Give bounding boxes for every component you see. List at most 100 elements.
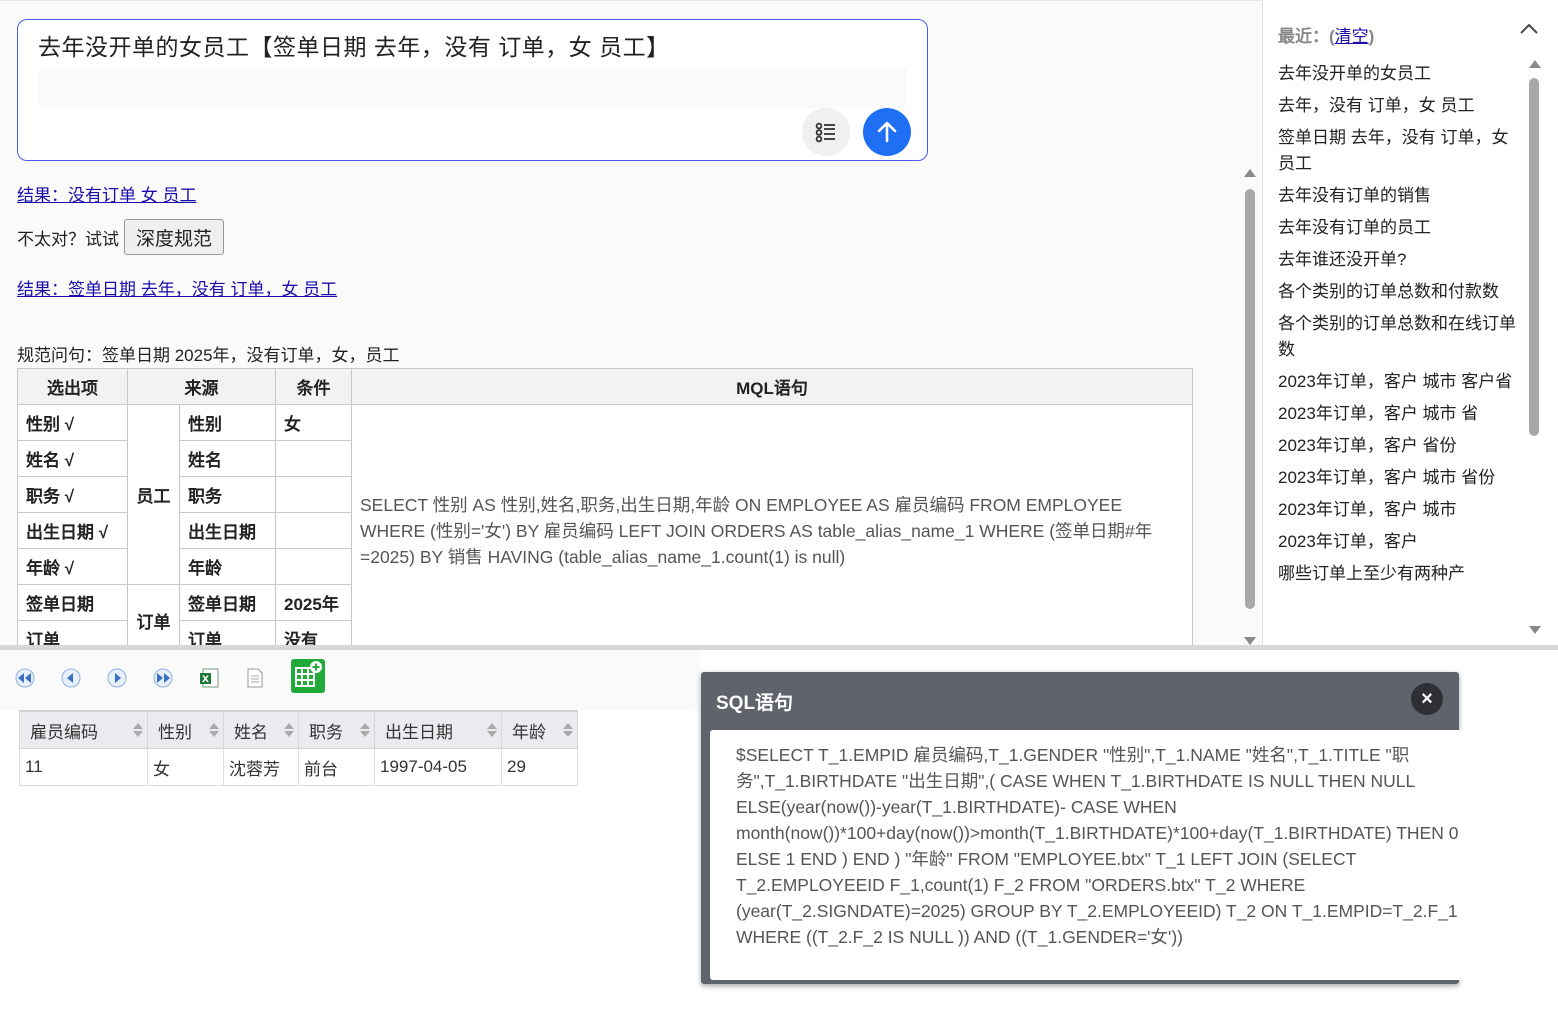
recent-item[interactable]: 2023年订单，客户 城市 省份: [1278, 462, 1518, 494]
list-options-button[interactable]: [802, 108, 850, 156]
sql-statement: $SELECT T_1.EMPID 雇员编码,T_1.GENDER "性别",T…: [710, 730, 1468, 980]
sort-icon[interactable]: [487, 721, 497, 739]
recent-panel: 最近：(清空) 去年没开单的女员工 去年，没有 订单，女 员工 签单日期 去年，…: [1262, 0, 1558, 646]
sort-icon[interactable]: [563, 721, 573, 739]
next-page-icon[interactable]: [106, 667, 128, 689]
results-toolbar: X: [14, 659, 350, 694]
add-table-icon[interactable]: [290, 658, 326, 694]
sort-icon[interactable]: [360, 721, 370, 739]
result-link-1[interactable]: 结果：没有订单 女 员工: [17, 181, 196, 206]
source-field: 姓名: [179, 440, 276, 477]
recent-item[interactable]: 哪些订单上至少有两种产: [1278, 558, 1518, 590]
svg-text:X: X: [202, 675, 209, 685]
table-cell: 前台: [298, 748, 375, 786]
recent-item[interactable]: 2023年订单，客户 省份: [1278, 430, 1518, 462]
source-orders: 订单: [127, 584, 180, 647]
sort-icon[interactable]: [133, 721, 143, 739]
recent-scrollbar-thumb[interactable]: [1529, 78, 1539, 436]
column-header[interactable]: 姓名: [223, 710, 299, 749]
clear-link[interactable]: 清空: [1335, 27, 1369, 46]
query-input-box[interactable]: 去年没开单的女员工【签单日期 去年，没有 订单，女 员工】: [17, 19, 928, 161]
first-page-icon[interactable]: [14, 667, 36, 689]
sql-modal: SQL语句 × $SELECT T_1.EMPID 雇员编码,T_1.GENDE…: [701, 672, 1468, 984]
recent-list: 去年没开单的女员工 去年，没有 订单，女 员工 签单日期 去年，没有 订单，女 …: [1278, 58, 1518, 590]
recent-item[interactable]: 各个类别的订单总数和付款数: [1278, 276, 1518, 308]
table-cell: 29: [501, 748, 578, 786]
recent-item[interactable]: 去年没有订单的销售: [1278, 180, 1518, 212]
result-link-2[interactable]: 结果：签单日期 去年，没有 订单，女 员工: [17, 275, 337, 300]
recent-item[interactable]: 2023年订单，客户 城市: [1278, 494, 1518, 526]
source-field: 性别: [179, 404, 276, 441]
recent-item[interactable]: 去年没有订单的员工: [1278, 212, 1518, 244]
prev-page-icon[interactable]: [60, 667, 82, 689]
scroll-down-arrow[interactable]: [1244, 637, 1256, 645]
header-source: 来源: [127, 368, 276, 405]
recent-close-paren: ): [1368, 27, 1375, 46]
recent-scroll-down-arrow[interactable]: [1529, 626, 1541, 634]
condition: [275, 548, 352, 585]
table-cell: 1997-04-05: [374, 748, 502, 786]
condition: 女: [275, 404, 352, 441]
mql-table: 选出项 来源 条件 MQL语句 性别 √ 员工 性别 女 SELECT 性别 A…: [17, 368, 1193, 647]
recent-scroll-up-arrow[interactable]: [1529, 60, 1541, 68]
query-pane: 去年没开单的女员工【签单日期 去年，没有 订单，女 员工】 结果：没有订单 女 …: [0, 0, 1262, 647]
source-field: 订单: [179, 620, 276, 647]
sort-icon[interactable]: [284, 721, 294, 739]
recent-item[interactable]: 各个类别的订单总数和在线订单数: [1278, 308, 1518, 366]
select-item: 姓名 √: [17, 440, 128, 477]
source-field: 年龄: [179, 548, 276, 585]
select-item: 签单日期: [17, 584, 128, 621]
chevron-up-icon[interactable]: [1519, 22, 1539, 41]
recent-item[interactable]: 签单日期 去年，没有 订单，女 员工: [1278, 122, 1518, 180]
text-export-icon[interactable]: [244, 667, 266, 689]
condition: [275, 440, 352, 477]
header-mql: MQL语句: [351, 368, 1193, 405]
scrollbar-thumb[interactable]: [1245, 189, 1255, 609]
table-cell: 11: [19, 748, 148, 786]
source-field: 签单日期: [179, 584, 276, 621]
select-item: 出生日期 √: [17, 512, 128, 549]
header-condition: 条件: [275, 368, 352, 405]
condition: [275, 512, 352, 549]
column-header[interactable]: 出生日期: [374, 710, 502, 749]
close-icon[interactable]: ×: [1411, 683, 1443, 715]
recent-item[interactable]: 去年谁还没开单?: [1278, 244, 1518, 276]
arrow-up-icon: [877, 121, 897, 143]
select-item: 职务 √: [17, 476, 128, 513]
deep-normalize-button[interactable]: 深度规范: [124, 219, 225, 255]
table-row[interactable]: 11 女 沈蓉芳 前台 1997-04-05 29: [19, 748, 578, 786]
recent-item[interactable]: 去年没开单的女员工: [1278, 58, 1518, 90]
select-item: 订单: [17, 620, 128, 647]
source-field: 职务: [179, 476, 276, 513]
column-header[interactable]: 职务: [298, 710, 375, 749]
table-cell: 沈蓉芳: [223, 748, 299, 786]
recent-header: 最近：(清空): [1278, 22, 1374, 47]
column-header[interactable]: 性别: [147, 710, 224, 749]
query-textarea[interactable]: [38, 68, 907, 108]
mql-statement: SELECT 性别 AS 性别,姓名,职务,出生日期,年龄 ON EMPLOYE…: [351, 404, 1193, 647]
select-item: 性别 √: [17, 404, 128, 441]
condition: 没有: [275, 620, 352, 647]
column-header[interactable]: 年龄: [501, 710, 578, 749]
sort-icon[interactable]: [209, 721, 219, 739]
select-item: 年龄 √: [17, 548, 128, 585]
recent-item[interactable]: 2023年订单，客户: [1278, 526, 1518, 558]
recent-item[interactable]: 2023年订单，客户 城市 省: [1278, 398, 1518, 430]
send-button[interactable]: [863, 108, 911, 156]
recent-label: 最近：(: [1278, 27, 1335, 46]
source-employee: 员工: [127, 404, 180, 585]
condition: [275, 476, 352, 513]
last-page-icon[interactable]: [152, 667, 174, 689]
excel-export-icon[interactable]: X: [198, 667, 220, 689]
condition: 2025年: [275, 584, 352, 621]
recent-item[interactable]: 去年，没有 订单，女 员工: [1278, 90, 1518, 122]
recent-item[interactable]: 2023年订单，客户 城市 客户省: [1278, 366, 1518, 398]
normalized-question: 规范问句：签单日期 2025年，没有订单，女，员工: [17, 346, 400, 365]
modal-title: SQL语句: [716, 693, 794, 714]
retry-row: 不太对？试试 深度规范: [17, 219, 225, 255]
query-text[interactable]: 去年没开单的女员工【签单日期 去年，没有 订单，女 员工】: [38, 28, 670, 62]
retry-prompt: 不太对？试试: [17, 229, 119, 249]
scroll-up-arrow[interactable]: [1244, 169, 1256, 177]
result-table: 雇员编码 性别 姓名 职务 出生日期 年龄 11 女 沈蓉芳 前台 1997-0…: [19, 710, 578, 786]
column-header[interactable]: 雇员编码: [19, 710, 148, 749]
